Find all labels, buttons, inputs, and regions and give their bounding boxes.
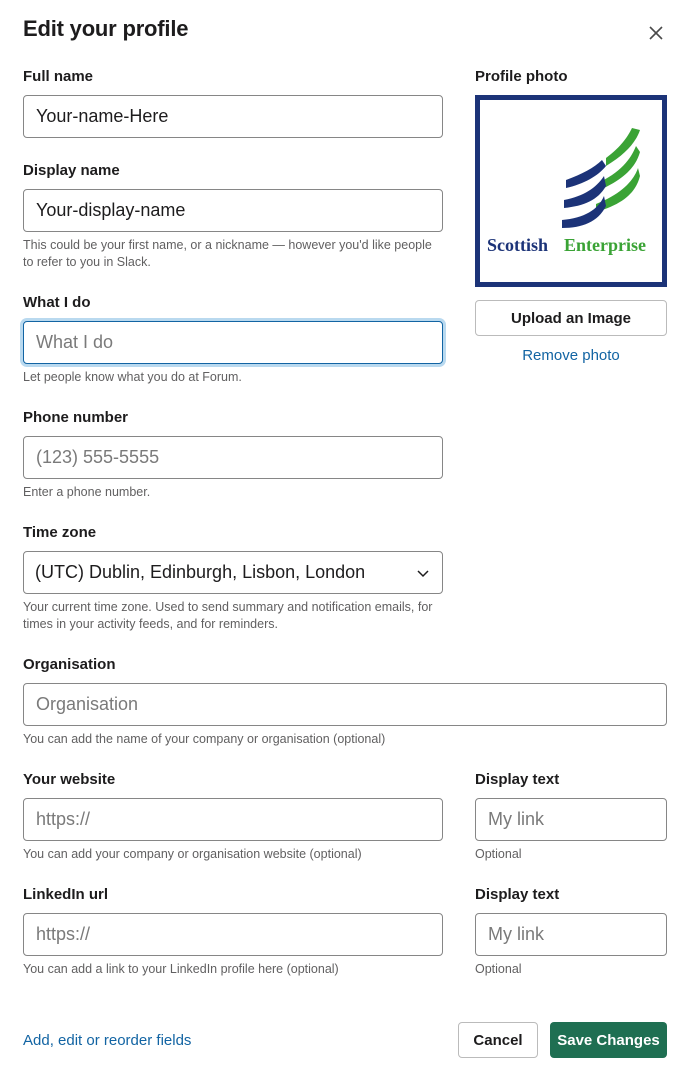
website-display-text-help: Optional [475,847,522,861]
organisation-help: You can add the name of your company or … [23,732,386,746]
website-display-text-placeholder: My link [488,809,545,829]
display-name-value: Your-display-name [36,200,186,220]
organisation-placeholder: Organisation [36,694,139,714]
linkedin-input[interactable]: https:// [23,913,443,956]
linkedin-placeholder: https:// [36,924,91,944]
full-name-input[interactable]: Your-name-Here [23,95,443,138]
phone-input[interactable]: (123) 555-5555 [23,436,443,479]
save-changes-button[interactable]: Save Changes [550,1022,667,1058]
time-zone-selected: (UTC) Dublin, Edinburgh, Lisbon, London [35,562,366,582]
website-placeholder: https:// [36,809,91,829]
time-zone-select[interactable]: (UTC) Dublin, Edinburgh, Lisbon, London [23,551,443,594]
linkedin-label: LinkedIn url [23,886,109,903]
upload-image-button[interactable]: Upload an Image [475,300,667,336]
what-i-do-help: Let people know what you do at Forum. [23,370,242,384]
page-title: Edit your profile [23,16,189,41]
logo-text-enterprise: Enterprise [564,235,646,255]
full-name-label: Full name [23,68,94,85]
logo-text-scottish: Scottish [487,235,548,255]
full-name-value: Your-name-Here [36,106,169,126]
phone-help: Enter a phone number. [23,485,151,499]
display-name-label: Display name [23,162,120,179]
linkedin-display-text-placeholder: My link [488,924,545,944]
remove-photo-link[interactable]: Remove photo [475,347,667,364]
website-label: Your website [23,771,116,788]
display-name-input[interactable]: Your-display-name [23,189,443,232]
cancel-label: Cancel [473,1031,523,1049]
what-i-do-label: What I do [23,294,91,311]
phone-label: Phone number [23,409,129,426]
website-display-text-label: Display text [475,771,560,788]
linkedin-display-text-input[interactable]: My link [475,913,667,956]
add-edit-reorder-fields-link[interactable]: Add, edit or reorder fields [23,1032,191,1049]
phone-placeholder: (123) 555-5555 [36,447,160,467]
upload-image-label: Upload an Image [510,309,632,327]
scottish-enterprise-logo: Scottish Enterprise [487,128,646,255]
close-icon[interactable] [645,22,667,44]
what-i-do-placeholder: What I do [36,332,114,352]
time-zone-label: Time zone [23,524,97,541]
time-zone-help: Your current time zone. Used to send sum… [23,600,433,631]
linkedin-help: You can add a link to your LinkedIn prof… [23,962,339,976]
website-input[interactable]: https:// [23,798,443,841]
cancel-button[interactable]: Cancel [458,1022,538,1058]
organisation-label: Organisation [23,656,116,673]
chevron-down-icon [417,570,429,578]
what-i-do-input[interactable]: What I do [23,321,443,364]
website-display-text-input[interactable]: My link [475,798,667,841]
linkedin-display-text-help: Optional [475,962,522,976]
organisation-input[interactable]: Organisation [23,683,667,726]
profile-photo: Scottish Enterprise [475,95,667,287]
save-changes-label: Save Changes [557,1031,660,1049]
linkedin-display-text-label: Display text [475,886,560,903]
profile-photo-label: Profile photo [475,68,568,85]
display-name-help: This could be your first name, or a nick… [23,238,432,269]
website-help: You can add your company or organisation… [23,847,362,861]
